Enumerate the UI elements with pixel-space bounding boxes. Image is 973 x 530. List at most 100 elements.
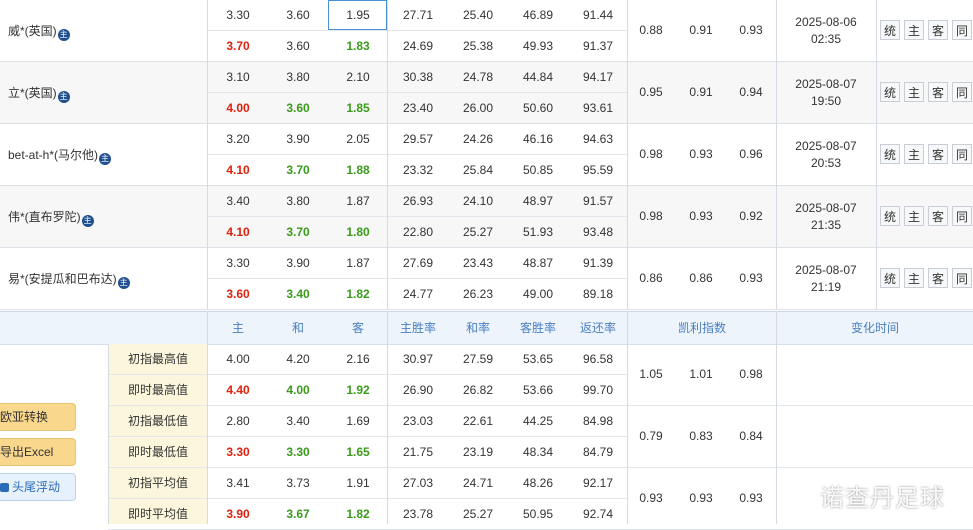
main-badge-icon: 主 [117, 277, 130, 289]
initial-odds-cell: 26.93 [402, 194, 434, 208]
action-button[interactable]: 同 [952, 144, 972, 164]
summary-header-cell: 客 [351, 321, 364, 335]
live-odds-cell: 3.40 [286, 287, 310, 301]
action-button[interactable]: 统 [880, 206, 900, 226]
main-badge-icon: 主 [57, 91, 70, 103]
summary-value-cell: 3.90 [226, 507, 250, 521]
action-button[interactable]: 同 [952, 268, 972, 288]
initial-odds-cell: 46.89 [522, 8, 554, 22]
action-button[interactable]: 主 [904, 82, 924, 102]
initial-odds-cell: 3.90 [286, 256, 310, 270]
summary-row-label: 即时最低值 [127, 445, 188, 459]
summary-value-cell: 30.97 [402, 352, 434, 366]
live-odds-cell: 50.85 [522, 163, 554, 177]
main-badge-icon: 主 [57, 29, 70, 41]
summary-kelly-cell: 0.83 [689, 429, 713, 443]
summary-kelly-cell: 0.93 [689, 491, 713, 505]
live-odds-cell: 23.32 [402, 163, 434, 177]
company-name[interactable]: bet-at-h*(马尔他) 主 [8, 147, 112, 165]
summary-value-cell: 1.65 [346, 445, 370, 459]
summary-header-cell: 主 [231, 321, 244, 335]
action-button[interactable]: 客 [928, 268, 948, 288]
live-odds-cell: 3.70 [226, 39, 250, 53]
live-odds-cell: 50.60 [522, 101, 554, 115]
action-button[interactable]: 统 [880, 20, 900, 40]
kelly-cell: 0.93 [689, 147, 713, 161]
euro-asia-convert-button[interactable]: 欧亚转换 [0, 403, 76, 431]
initial-odds-cell: 2.05 [346, 132, 370, 146]
kelly-cell: 0.98 [639, 209, 663, 223]
summary-value-cell: 1.92 [346, 383, 370, 397]
live-odds-cell: 1.85 [346, 101, 370, 115]
action-button[interactable]: 主 [904, 268, 924, 288]
company-name[interactable]: 易*(安提瓜和巴布达) 主 [8, 271, 130, 289]
action-button[interactable]: 客 [928, 20, 948, 40]
action-button[interactable]: 统 [880, 82, 900, 102]
action-button[interactable]: 主 [904, 20, 924, 40]
watermark-text: 诺查丹足球 [820, 484, 945, 512]
float-check-icon [0, 483, 9, 492]
change-date: 2025-08-06 [795, 15, 857, 29]
company-name-text: 威*(英国) [8, 24, 57, 38]
head-tail-float-button[interactable]: 头尾浮动 [0, 473, 76, 501]
initial-odds-cell: 3.10 [226, 70, 250, 84]
action-button[interactable]: 同 [952, 82, 972, 102]
initial-odds-cell: 24.78 [462, 70, 494, 84]
action-button[interactable]: 客 [928, 144, 948, 164]
export-excel-button[interactable]: 导出Excel [0, 438, 76, 466]
selected-cell-outline [328, 0, 387, 30]
summary-value-cell: 27.59 [462, 352, 494, 366]
initial-odds-cell: 27.71 [402, 8, 434, 22]
summary-row-label: 初指最高值 [127, 352, 188, 366]
summary-kelly-cell: 0.98 [739, 367, 763, 381]
summary-kelly-cell: 0.79 [639, 429, 663, 443]
action-button[interactable]: 主 [904, 206, 924, 226]
company-name[interactable]: 威*(英国) 主 [8, 23, 70, 41]
action-button[interactable]: 同 [952, 206, 972, 226]
summary-value-cell: 3.73 [286, 476, 310, 490]
live-odds-cell: 95.59 [582, 163, 614, 177]
initial-odds-cell: 3.30 [226, 256, 250, 270]
live-odds-cell: 3.60 [286, 101, 310, 115]
change-time-header: 变化时间 [850, 321, 899, 335]
label-column [108, 344, 208, 524]
action-button[interactable]: 主 [904, 144, 924, 164]
live-odds-cell: 22.80 [402, 225, 434, 239]
summary-value-cell: 4.00 [286, 383, 310, 397]
action-button[interactable]: 客 [928, 206, 948, 226]
summary-value-cell: 92.17 [582, 476, 614, 490]
summary-value-cell: 23.03 [402, 414, 434, 428]
live-odds-cell: 3.60 [226, 287, 250, 301]
initial-odds-cell: 23.43 [462, 256, 494, 270]
action-button[interactable]: 客 [928, 82, 948, 102]
action-button[interactable]: 同 [952, 20, 972, 40]
initial-odds-cell: 3.80 [286, 194, 310, 208]
kelly-cell: 0.95 [639, 85, 663, 99]
kelly-cell: 0.93 [689, 209, 713, 223]
initial-odds-cell: 3.60 [286, 8, 310, 22]
summary-kelly-cell: 0.84 [739, 429, 763, 443]
live-odds-cell: 4.10 [226, 225, 250, 239]
summary-row-label: 即时平均值 [127, 507, 188, 521]
summary-header-cell: 客胜率 [519, 321, 556, 335]
live-odds-cell: 1.83 [346, 39, 370, 53]
summary-value-cell: 84.98 [582, 414, 614, 428]
initial-odds-cell: 24.10 [462, 194, 494, 208]
summary-value-cell: 26.90 [402, 383, 434, 397]
live-odds-cell: 3.60 [286, 39, 310, 53]
initial-odds-cell: 2.10 [346, 70, 370, 84]
action-button[interactable]: 统 [880, 268, 900, 288]
company-name[interactable]: 立*(英国) 主 [8, 85, 70, 103]
live-odds-cell: 26.00 [462, 101, 494, 115]
summary-kelly-cell: 1.05 [639, 367, 663, 381]
action-button[interactable]: 统 [880, 144, 900, 164]
summary-row-label: 初指最低值 [127, 414, 188, 428]
summary-row-label: 初指平均值 [127, 476, 188, 490]
company-name[interactable]: 伟*(直布罗陀) 主 [8, 209, 94, 227]
initial-odds-cell: 44.84 [522, 70, 554, 84]
change-time: 19:50 [810, 94, 842, 108]
summary-kelly-cell: 1.01 [689, 367, 713, 381]
live-odds-cell: 1.80 [346, 225, 370, 239]
summary-value-cell: 3.67 [286, 507, 310, 521]
summary-value-cell: 84.79 [582, 445, 614, 459]
